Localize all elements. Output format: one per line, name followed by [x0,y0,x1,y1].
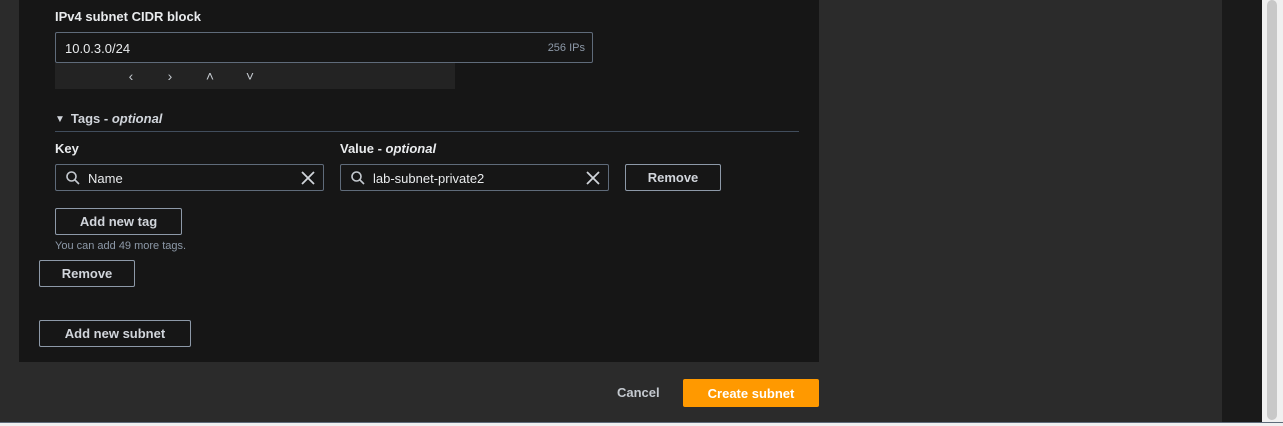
value-label-text: Value - [340,141,382,156]
chevron-left-icon[interactable]: ‹ [124,67,138,85]
right-gutter [1222,0,1262,422]
clear-icon[interactable] [584,169,602,187]
caret-down-icon: ▼ [55,114,65,125]
tag-key-input[interactable]: Name [55,164,324,191]
cidr-stepper: ‹ › ˄ ˅ [55,63,455,89]
tag-key-value[interactable]: Name [88,171,123,186]
window-bottom-edge [0,422,1283,426]
tags-section-toggle[interactable]: ▼ Tags - optional [55,111,162,126]
chevron-down-icon[interactable]: ˅ [243,67,257,85]
tags-optional-label: optional [111,111,163,126]
value-optional-label: optional [385,141,437,156]
cancel-button[interactable]: Cancel [617,385,660,400]
create-subnet-button[interactable]: Create subnet [683,379,819,407]
key-label: Key [55,141,79,156]
cidr-input[interactable]: 10.0.3.0/24 256 IPs [55,32,593,63]
remove-subnet-button[interactable]: Remove [39,260,135,287]
cidr-ip-count: 256 IPs [547,42,585,54]
search-icon [351,171,365,185]
tags-remaining-hint: You can add 49 more tags. [55,240,187,252]
remove-tag-button[interactable]: Remove [625,164,721,191]
tag-value-value[interactable]: lab-subnet-private2 [373,171,484,186]
value-label: Value - optional [340,141,436,156]
tag-value-input[interactable]: lab-subnet-private2 [340,164,609,191]
chevron-up-icon[interactable]: ˄ [203,67,217,85]
scrollbar-thumb[interactable] [1267,0,1277,420]
cidr-label: IPv4 subnet CIDR block [55,9,201,24]
search-icon [66,171,80,185]
add-new-subnet-button[interactable]: Add new subnet [39,320,191,347]
chevron-right-icon[interactable]: › [163,67,177,85]
clear-icon[interactable] [299,169,317,187]
tags-title: Tags - [70,111,109,126]
tags-divider [55,131,799,132]
cidr-value[interactable]: 10.0.3.0/24 [65,41,130,56]
vertical-scrollbar[interactable] [1262,0,1283,422]
add-new-tag-button[interactable]: Add new tag [55,208,182,235]
